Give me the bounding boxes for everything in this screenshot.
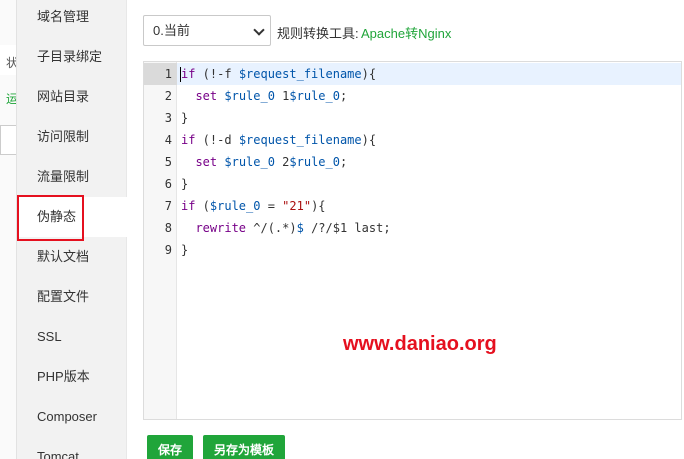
code-token: if [181,67,196,81]
background-panel: 状 运 [0,0,17,459]
code-token: ( [195,199,210,213]
line-number: 3 [164,111,172,125]
sidebar-item-label: 访问限制 [37,129,90,144]
code-token: } [181,177,189,191]
code-token: $request_filename [238,133,362,147]
sidebar-item-domain-management[interactable]: 域名管理 [17,0,127,37]
code-token: $rule_0 [224,155,275,169]
sidebar-item-access-restriction[interactable]: 访问限制 [17,117,127,157]
rewrite-template-select[interactable]: 0.当前 [143,15,271,46]
sidebar-item-label: 伪静态 [37,209,77,224]
sidebar-item-label: 默认文档 [37,249,90,264]
sidebar-item-label: Composer [37,409,97,424]
line-number: 1 [164,67,172,81]
code-token: ; [339,89,348,103]
line-number: 7 [164,199,172,213]
code-token: ){ [311,199,326,213]
sidebar-item-config-file[interactable]: 配置文件 [17,277,127,317]
code-token: "21" [282,199,312,213]
apache-to-nginx-link[interactable]: Apache转Nginx [361,23,451,42]
code-token: } [181,243,189,257]
sidebar-item-label: 流量限制 [37,169,90,184]
select-value: 0.当前 [153,23,190,38]
code-token: $rule_0 [224,89,275,103]
code-token: (!-f [195,67,239,81]
code-token: /?/$1 last; [303,221,391,235]
background-text: 状 [6,56,17,70]
code-token: ){ [361,133,377,147]
line-number: 6 [164,177,172,191]
sidebar-item-default-document[interactable]: 默认文档 [17,237,127,277]
code-token: rewrite [195,221,247,235]
background-text: 运 [6,92,17,106]
line-number: 9 [164,243,172,257]
save-button[interactable]: 保存 [147,435,194,459]
code-token: if [181,133,196,147]
code-token: = [260,199,283,213]
sidebar-item-tomcat[interactable]: Tomcat [17,437,127,459]
code-token: $ [296,221,304,235]
code-token: } [181,111,189,125]
code-token: ){ [361,67,377,81]
sidebar-item-site-directory[interactable]: 网站目录 [17,77,127,117]
sidebar-item-label: 配置文件 [37,289,90,304]
code-line: if (!-f $request_filename){ [181,67,376,81]
sidebar-item-rewrite-rules[interactable]: 伪静态 [17,197,127,237]
sidebar-item-label: PHP版本 [37,369,90,384]
code-line: } [181,243,188,257]
watermark-text: www.daniao.org [343,333,497,355]
code-token: $request_filename [238,67,362,81]
save-as-template-button[interactable]: 另存为模板 [203,435,286,459]
code-token: if [181,199,196,213]
sidebar-item-php-version[interactable]: PHP版本 [17,357,127,397]
code-line: set $rule_0 1$rule_0; [181,89,347,103]
code-line: set $rule_0 2$rule_0; [181,155,347,169]
sidebar-item-label: 域名管理 [37,9,90,24]
code-line: } [181,177,188,191]
sidebar-item-label: 子目录绑定 [37,49,103,64]
code-line: } [181,111,188,125]
sidebar-item-label: Tomcat [37,449,79,459]
sidebar-menu: 域名管理 子目录绑定 网站目录 访问限制 流量限制 伪静态 默认文档 配置文件 … [17,0,127,459]
line-number: 2 [164,89,172,103]
sidebar-item-label: 网站目录 [37,89,90,104]
sidebar-item-label: SSL [37,329,62,344]
sidebar-item-traffic-limit[interactable]: 流量限制 [17,157,127,197]
sidebar-item-composer[interactable]: Composer [17,397,127,437]
sidebar-item-ssl[interactable]: SSL [17,317,127,357]
code-token: set [195,89,218,103]
text-cursor [180,67,181,82]
code-token: ^/(.*) [246,221,297,235]
code-token: $rule_0 [289,89,340,103]
code-token: $rule_0 [289,155,340,169]
code-line: if ($rule_0 = "21"){ [181,199,326,213]
background-input [0,125,16,155]
line-number: 8 [164,221,172,235]
code-token: 1 [274,89,290,103]
line-number: 5 [164,155,172,169]
code-editor[interactable]: 123456789 if (!-f $request_filename){ se… [143,61,682,420]
rule-converter-label: 规则转换工具: [277,26,359,41]
code-token: $rule_0 [209,199,261,213]
code-token: 2 [274,155,290,169]
line-number: 4 [164,133,172,147]
code-token: (!-d [195,133,239,147]
code-token: set [195,155,218,169]
chevron-down-icon [253,24,265,36]
code-line: rewrite ^/(.*)$ /?/$1 last; [181,221,391,235]
code-token: ; [339,155,348,169]
sidebar-item-subdirectory-binding[interactable]: 子目录绑定 [17,37,127,77]
code-line: if (!-d $request_filename){ [181,133,376,147]
